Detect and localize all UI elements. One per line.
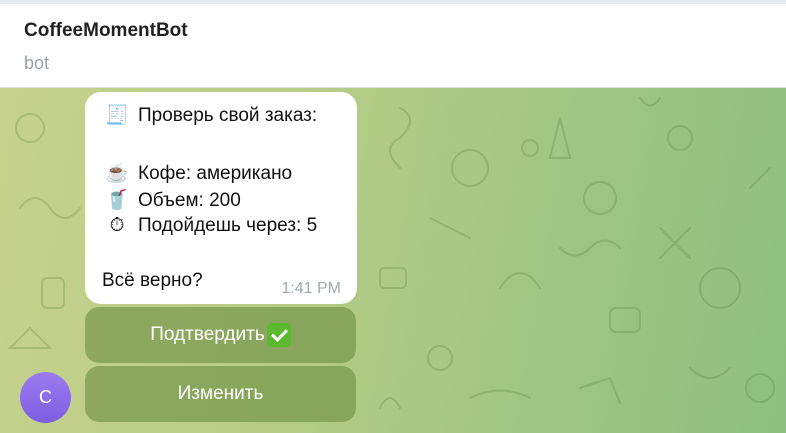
receipt-icon: 🧾 — [105, 105, 129, 126]
chat-subtitle: bot — [24, 53, 50, 73]
coffee-cup-icon: ☕ — [105, 163, 129, 184]
order-volume-text: Объем: 200 — [138, 190, 241, 211]
checkmark-icon — [266, 323, 291, 347]
edit-button-label: Изменить — [177, 383, 264, 404]
chat-title: CoffeeMomentBot — [24, 20, 188, 41]
edit-button[interactable]: Изменить — [85, 366, 356, 422]
order-line-volume: 🥤 Объем: 200 — [102, 188, 241, 212]
message-title-line: 🧾 Проверь свой заказ: — [102, 103, 317, 127]
confirm-button-label: Подтвердить — [150, 324, 265, 345]
message-title: Проверь свой заказ: — [138, 105, 318, 126]
message-time: 1:41 PM — [281, 280, 341, 297]
order-coffee-text: Кофе: американо — [138, 163, 293, 184]
avatar-letter: C — [39, 387, 52, 407]
chat-header[interactable]: CoffeeMomentBot bot — [0, 4, 786, 88]
order-line-eta: ⏱ Подойдешь через: 5 — [102, 215, 318, 237]
message-bubble[interactable]: 🧾 Проверь свой заказ: ☕ Кофе: американо 🥤 О… — [85, 92, 357, 304]
chat-background: 🧾 Проверь свой заказ: ☕ Кофе: американо 🥤 О… — [0, 88, 786, 433]
order-eta-text: Подойдешь через: 5 — [138, 215, 318, 236]
stopwatch-icon: ⏱ — [109, 215, 125, 236]
order-line-coffee: ☕ Кофе: американо — [102, 161, 292, 185]
cup-with-straw-icon: 🥤 — [105, 190, 129, 211]
message-question: Всё верно? — [102, 270, 203, 291]
avatar[interactable]: C — [20, 372, 71, 423]
confirm-button[interactable]: Подтвердить — [85, 307, 356, 363]
